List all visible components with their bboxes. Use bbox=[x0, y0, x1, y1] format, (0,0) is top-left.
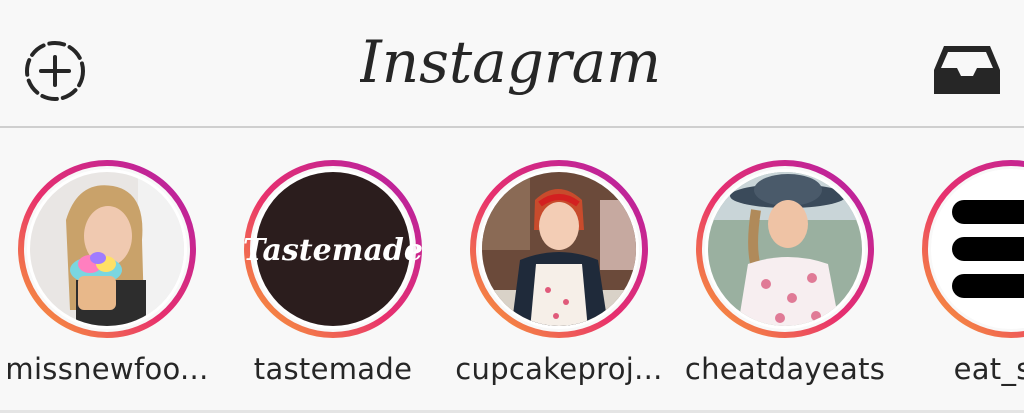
story-cupcakeproj[interactable]: cupcakeproj... bbox=[446, 160, 672, 390]
story-avatar bbox=[18, 160, 196, 338]
tastemade-wordmark: Tastemade bbox=[244, 233, 422, 268]
add-story-icon bbox=[25, 41, 85, 101]
inbox-button[interactable] bbox=[930, 40, 1004, 100]
story-avatar bbox=[922, 160, 1024, 338]
story-tastemade[interactable]: Tastemade tastemade bbox=[220, 160, 446, 390]
story-cheatdayeats[interactable]: cheatdayeats bbox=[672, 160, 898, 390]
stories-tray: missnewfoo... Tastemade tastemade cupcak… bbox=[0, 128, 1024, 413]
top-navigation-bar: Instagram bbox=[0, 0, 1024, 128]
instagram-logo: Instagram bbox=[358, 22, 661, 112]
new-story-button[interactable] bbox=[22, 38, 88, 104]
app-title: Instagram bbox=[360, 28, 660, 96]
story-avatar: Tastemade bbox=[244, 160, 422, 338]
story-avatar bbox=[696, 160, 874, 338]
story-avatar bbox=[470, 160, 648, 338]
inbox-tray-icon bbox=[934, 46, 1000, 94]
story-missnewfoo[interactable]: missnewfoo... bbox=[0, 160, 220, 390]
story-eat-san[interactable]: eat_san bbox=[898, 160, 1024, 390]
story-username: eat_san bbox=[953, 352, 1024, 386]
